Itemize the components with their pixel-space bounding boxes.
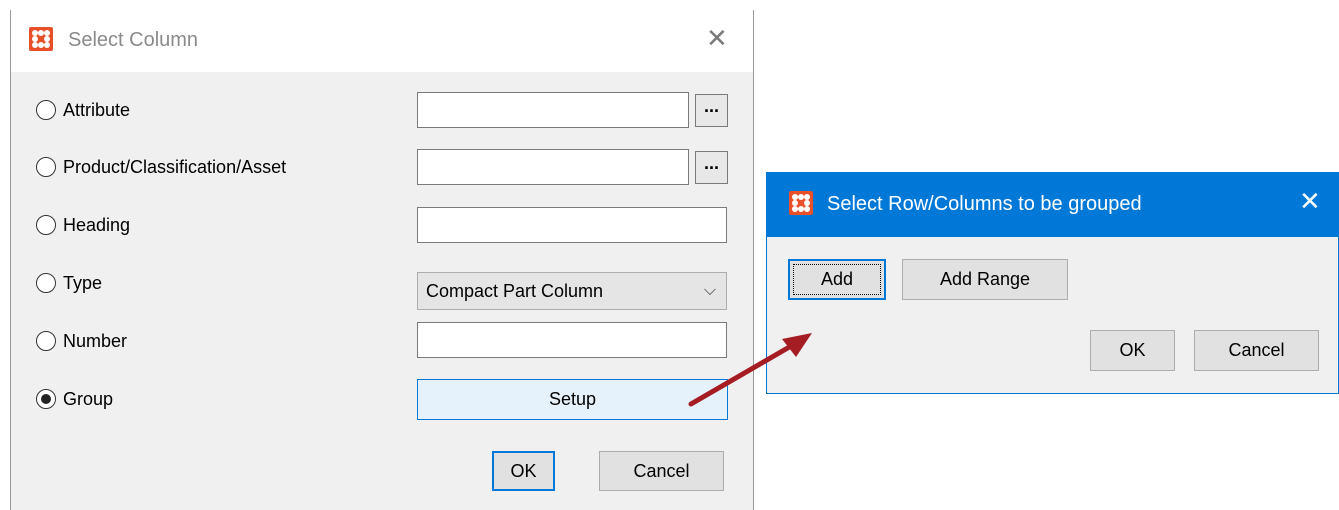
arrow-icon <box>688 333 812 407</box>
